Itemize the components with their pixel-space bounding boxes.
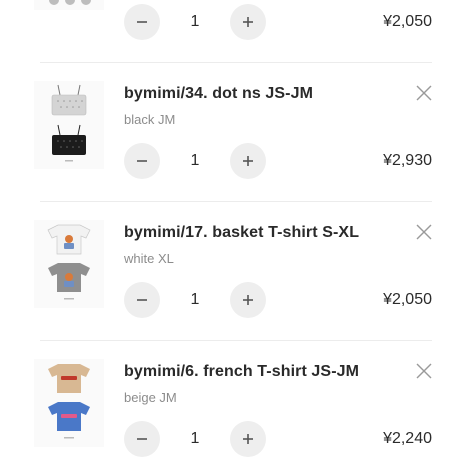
plus-icon	[243, 156, 253, 166]
cart-item: bymimi/34. dot ns JS-JM black JM 1 ¥2,93…	[0, 63, 460, 201]
item-price: ¥2,050	[383, 13, 432, 30]
item-title[interactable]: bymimi/6. french T-shirt JS-JM	[124, 363, 359, 381]
decrease-quantity-button[interactable]	[124, 282, 160, 318]
plus-icon	[243, 295, 253, 305]
remove-item-button[interactable]	[412, 81, 436, 105]
cart-list: 1 ¥2,050 bymimi/34. dot ns JS-JM black J…	[0, 0, 460, 460]
increase-quantity-button[interactable]	[230, 421, 266, 457]
item-price: ¥2,930	[383, 152, 432, 169]
item-price: ¥2,050	[383, 291, 432, 308]
cart-item: bymimi/17. basket T-shirt S-XL white XL …	[0, 202, 460, 340]
plus-icon	[243, 434, 253, 444]
product-thumbnail	[34, 0, 104, 10]
item-variant: white XL	[124, 251, 174, 266]
increase-quantity-button[interactable]	[230, 143, 266, 179]
decrease-quantity-button[interactable]	[124, 421, 160, 457]
minus-icon	[137, 438, 147, 440]
decrease-quantity-button[interactable]	[124, 143, 160, 179]
cart-item-partial: 1 ¥2,050	[0, 0, 460, 62]
decrease-quantity-button[interactable]	[124, 4, 160, 40]
cart-item: bymimi/6. french T-shirt JS-JM beige JM …	[0, 341, 460, 460]
quantity-value: 1	[190, 291, 200, 308]
close-icon	[416, 85, 432, 101]
remove-item-button[interactable]	[412, 220, 436, 244]
minus-icon	[137, 299, 147, 301]
item-variant: black JM	[124, 112, 176, 127]
minus-icon	[137, 21, 147, 23]
remove-item-button[interactable]	[412, 359, 436, 383]
item-title[interactable]: bymimi/34. dot ns JS-JM	[124, 85, 313, 103]
quantity-value: 1	[190, 152, 200, 169]
basket-tshirts-icon	[34, 220, 104, 308]
increase-quantity-button[interactable]	[230, 282, 266, 318]
item-title[interactable]: bymimi/17. basket T-shirt S-XL	[124, 224, 359, 242]
quantity-value: 1	[190, 430, 200, 447]
camisole-tops-icon	[34, 81, 104, 169]
minus-icon	[137, 160, 147, 162]
french-tshirts-icon	[34, 359, 104, 447]
item-variant: beige JM	[124, 390, 177, 405]
quantity-value: 1	[190, 13, 200, 30]
plus-icon	[243, 17, 253, 27]
increase-quantity-button[interactable]	[230, 4, 266, 40]
close-icon	[416, 224, 432, 240]
item-price: ¥2,240	[383, 430, 432, 447]
close-icon	[416, 363, 432, 379]
